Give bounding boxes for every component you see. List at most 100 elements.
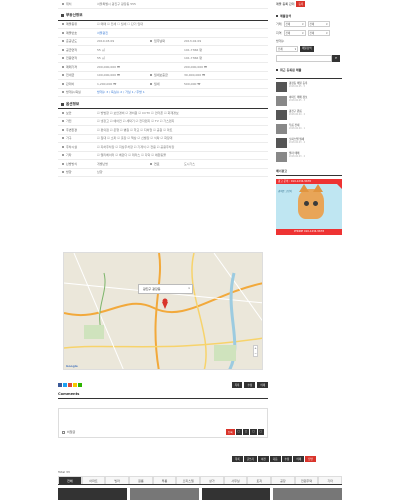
image-icon[interactable]: □ (242, 429, 250, 435)
link-icon[interactable]: □ (250, 429, 257, 435)
row-value-2: 200,000,000 ₩ (184, 64, 208, 69)
list-item[interactable]: 광장동 매물 등록 2018.06.05 · 5 (276, 82, 342, 93)
checkbox-icon[interactable] (62, 430, 65, 434)
location-map[interactable]: 광진구 광장동 x + − Google (63, 252, 263, 370)
list-button[interactable]: 목록 (231, 382, 243, 388)
twitter-icon[interactable] (63, 383, 67, 387)
keyword-input[interactable] (276, 55, 332, 62)
deal-select-2[interactable]: 전체 (307, 21, 330, 27)
row-label: 매물번호 (62, 31, 77, 35)
list-item[interactable]: 투룸 전세 2018.06.04 · 1 (276, 124, 342, 135)
kakaostory-icon[interactable] (73, 383, 77, 387)
comment-tools: 등록 □ □ □ □ (225, 429, 264, 435)
deal-select-1[interactable]: 전체 (283, 21, 306, 27)
listing-thumbnail[interactable] (129, 488, 199, 500)
board-button-bar: 목록 글쓰기 이전 다음 수정 삭제 답변 (232, 456, 316, 462)
item-thumbnail[interactable] (276, 96, 287, 106)
row-label: 매물종류 (62, 22, 77, 26)
recent-title: 최근 등록된 매물 (276, 68, 342, 72)
modify-button[interactable]: 수정 (244, 382, 256, 388)
bb-write-button[interactable]: 글쓰기 (243, 456, 257, 462)
list-item[interactable]: 오피스텔 월세 2018.06.03 · 4 (276, 138, 342, 149)
row-label: 방향 (62, 170, 72, 174)
bb-prev-button[interactable]: 이전 (257, 456, 269, 462)
facebook-icon[interactable] (58, 383, 62, 387)
option-section-title: 옵션정보 (66, 101, 80, 106)
main-content: 위치 서울특별시 광진구 광장동 555 부동산정보 매물종류 ☑ 매매 ☑ 전세… (58, 0, 268, 177)
option-info-table: 보안 ☑ 방범창 ☑ 보안경비 ☑ 경비원 ☑ CCTV ☑ 인터폰 ☑ 화재경보… (58, 109, 268, 177)
item-thumbnail[interactable] (276, 82, 287, 92)
region-select-1[interactable]: 전체 (283, 30, 306, 36)
table-row: 전용면적 55 ㎡ 191.7366 평 (58, 55, 268, 63)
row-label: 방개수/욕실 (62, 90, 81, 94)
row-value: ☑ 편의점 ☑ 은행 ☑ 병원 ☑ 학교 ☑ 지하철 ☑ 공원 ☑ 마트 (97, 127, 173, 132)
secret-checkbox[interactable]: 비밀글 (62, 430, 75, 434)
close-icon[interactable]: x (188, 286, 190, 290)
listing-thumbnail[interactable] (58, 488, 127, 500)
row-value: ☑ 지하주차장 ☑ 지상주차장 ☑ 기계식 ☑ 전용 ☑ 공용주차장 (97, 144, 175, 149)
tab-office[interactable]: 사무실 (223, 476, 248, 484)
listing-thumbnail[interactable] (273, 488, 342, 500)
list-item[interactable]: 광진구 원룸 2018.06.04 · 2 (276, 110, 342, 121)
search-button[interactable]: 매물검색 (300, 46, 314, 52)
zoom-out-button[interactable]: − (254, 351, 257, 356)
row-value: 개별난방 (97, 161, 109, 166)
map-zoom-control[interactable]: + − (253, 345, 258, 357)
row-value: ☑ 방범창 ☑ 보안경비 ☑ 경비원 ☑ CCTV ☑ 인터폰 ☑ 화재경보 (97, 110, 179, 115)
item-thumbnail[interactable] (276, 110, 287, 120)
tab-country-house[interactable]: 전원주택 (294, 476, 319, 484)
comment-textarea[interactable]: 비밀글 등록 □ □ □ □ (58, 408, 268, 438)
sidebar: 매물 등록 관리 등록 매물검색 거래 전체 전체 지역 전체 전체 방개수 전… (276, 0, 342, 235)
listing-thumbnail[interactable] (201, 488, 271, 500)
item-thumbnail[interactable] (276, 138, 287, 148)
bb-next-button[interactable]: 다음 (269, 456, 281, 462)
video-icon[interactable]: □ (257, 429, 264, 435)
room-select[interactable]: 전체 (276, 46, 298, 52)
row-label: 보안 (62, 111, 72, 115)
google-logo: Google (66, 364, 78, 368)
row-value-2: 500,000 ₩ (184, 81, 201, 86)
table-row: 준공년도 2010.03.09 입주날짜 2013.02.09 (58, 38, 268, 46)
row-value: 200,000,000 ₩ (97, 64, 121, 69)
tab-apartment[interactable]: 아파트 (81, 476, 106, 484)
table-row: 방개수/욕실 방개수 3 / 욕실수 2 / 거실 1 / 주방 1 (58, 89, 268, 97)
share-action-row: 목록 수정 삭제 (58, 382, 268, 390)
table-row: 전세금 100,000,000 ₩ 월세보증금 30,000,000 ₩ (58, 72, 268, 80)
tab-land[interactable]: 토지 (247, 476, 272, 484)
bb-delete-button[interactable]: 삭제 (293, 456, 305, 462)
post-actions: 목록 수정 삭제 (231, 382, 268, 388)
list-item[interactable]: 아파트 매매 정보 2018.06.05 · 3 (276, 96, 342, 107)
search-icon[interactable]: ⌕ (332, 55, 340, 62)
tab-villa[interactable]: 빌라 (105, 476, 130, 484)
tab-tworoom[interactable]: 투룸 (152, 476, 177, 484)
list-item[interactable]: 빌라 매매 2018.06.03 · 2 (276, 152, 342, 163)
total-count: Total 33 (58, 470, 70, 474)
banner-corner-ribbon (332, 179, 342, 189)
banner-title: 배너광고 (276, 169, 342, 176)
item-meta: 2018.06.04 · 1 (289, 127, 306, 131)
bb-reply-button[interactable]: 답변 (305, 456, 316, 462)
emoticon-icon[interactable]: □ (235, 429, 242, 435)
region-select-2[interactable]: 전체 (307, 30, 330, 36)
bb-modify-button[interactable]: 수정 (281, 456, 293, 462)
googleplus-icon[interactable] (68, 383, 72, 387)
delete-button[interactable]: 삭제 (257, 382, 268, 388)
ad-banner[interactable]: 광고 문의 : 010-1234-5678 귀여운 고양이 PHONE 010-… (276, 179, 342, 235)
bb-list-button[interactable]: 목록 (232, 456, 243, 462)
tab-oneroom[interactable]: 원룸 (129, 476, 153, 484)
banner-footer: PHONE 010-1234-5678 (276, 229, 342, 235)
comment-submit-button[interactable]: 등록 (225, 429, 235, 435)
tab-all[interactable]: 전체 (58, 476, 82, 484)
tab-factory[interactable]: 공장 (271, 476, 295, 484)
item-thumbnail[interactable] (276, 124, 287, 134)
band-icon[interactable] (78, 383, 82, 387)
room-field: 방개수 (276, 39, 342, 43)
item-thumbnail[interactable] (276, 152, 287, 162)
row-value-2: 191.7366 평 (184, 47, 203, 52)
tab-store[interactable]: 상가 (200, 476, 224, 484)
item-meta: 2018.06.05 · 3 (289, 99, 306, 103)
tab-officetel[interactable]: 오피스텔 (176, 476, 201, 484)
tab-etc[interactable]: 기타 (318, 476, 343, 484)
register-button[interactable]: 등록 (296, 1, 306, 7)
row-label: 준공년도 (62, 39, 77, 43)
